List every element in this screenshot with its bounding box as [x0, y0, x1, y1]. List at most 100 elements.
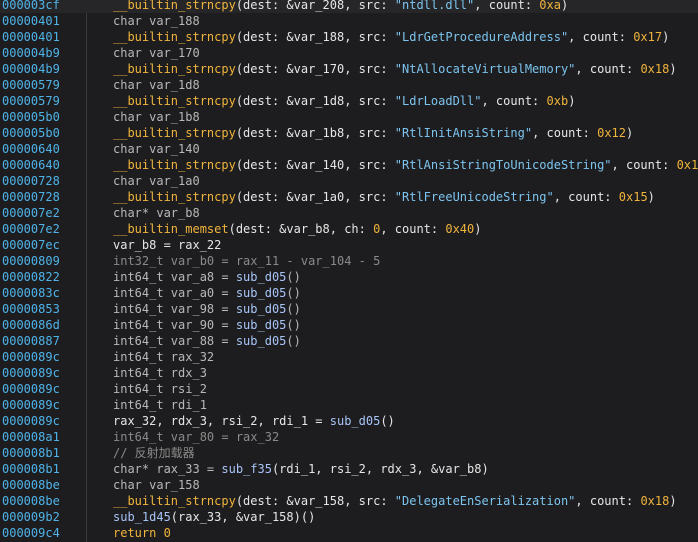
token-call[interactable]: sub_d05: [236, 302, 287, 316]
line-address[interactable]: 000008a1: [2, 429, 60, 445]
token-num: 0x40: [445, 222, 475, 236]
token-fn[interactable]: __builtin_memset: [113, 222, 229, 236]
token-fn[interactable]: __builtin_strncpy: [113, 494, 236, 508]
code-line[interactable]: 000005b0 __builtin_strncpy(dest: &var_1b8…: [0, 125, 698, 141]
line-address[interactable]: 000004b9: [2, 45, 60, 61]
code-line[interactable]: 000003cf __builtin_strncpy(dest: &var_208…: [0, 0, 698, 13]
code-line[interactable]: 000009c4 return 0: [0, 525, 698, 541]
line-address[interactable]: 00000401: [2, 29, 60, 45]
line-address[interactable]: 000008b1: [2, 461, 60, 477]
line-address[interactable]: 000007e2: [2, 221, 60, 237]
code-line[interactable]: 000004b9 __builtin_strncpy(dest: &var_170…: [0, 61, 698, 77]
line-statement: int64_t var_88 = sub_d05(): [113, 333, 301, 349]
line-address[interactable]: 0000089c: [2, 365, 60, 381]
line-address[interactable]: 00000579: [2, 77, 60, 93]
code-line[interactable]: 00000579 char var_1d8: [0, 77, 698, 93]
code-line[interactable]: 00000640 __builtin_strncpy(dest: &var_140…: [0, 157, 698, 173]
code-line[interactable]: 00000728 char var_1a0: [0, 173, 698, 189]
token-fn[interactable]: __builtin_strncpy: [113, 126, 236, 140]
code-line[interactable]: 0000089c int64_t rdi_1: [0, 397, 698, 413]
token-dim: int64_t var_80 = rax_32: [113, 430, 280, 444]
code-line[interactable]: 000004b9 char var_170: [0, 45, 698, 61]
code-line[interactable]: 0000089c int64_t rsi_2: [0, 381, 698, 397]
line-statement: char* var_b8: [113, 205, 200, 221]
line-address[interactable]: 00000640: [2, 157, 60, 173]
line-statement: char var_170: [113, 45, 200, 61]
code-line[interactable]: 000008a1 int64_t var_80 = rax_32: [0, 429, 698, 445]
code-line[interactable]: 00000822 int64_t var_a8 = sub_d05(): [0, 269, 698, 285]
line-address[interactable]: 000009c4: [2, 525, 60, 541]
code-line[interactable]: 0000089c int64_t rdx_3: [0, 365, 698, 381]
code-line[interactable]: 00000401 __builtin_strncpy(dest: &var_188…: [0, 29, 698, 45]
token-str: "LdrGetProcedureAddress": [394, 30, 569, 44]
token-plain: (dest: &var_208, src:: [235, 0, 395, 12]
line-address[interactable]: 00000728: [2, 189, 60, 205]
line-statement: __builtin_memset(dest: &var_b8, ch: 0, c…: [113, 221, 482, 237]
token-call[interactable]: sub_d05: [236, 286, 287, 300]
token-fn[interactable]: __builtin_strncpy: [113, 30, 236, 44]
line-address[interactable]: 000008be: [2, 493, 60, 509]
code-line[interactable]: 000009b2 sub_1d45(rax_33, &var_158)(): [0, 509, 698, 525]
line-address[interactable]: 000008b1: [2, 445, 60, 461]
code-line[interactable]: 000007ec var_b8 = rax_22: [0, 237, 698, 253]
code-line[interactable]: 0000089c int64_t rax_32: [0, 349, 698, 365]
code-line[interactable]: 00000809 int32_t var_b0 = rax_11 - var_10…: [0, 253, 698, 269]
line-address[interactable]: 0000086d: [2, 317, 60, 333]
line-address[interactable]: 00000401: [2, 13, 60, 29]
code-line[interactable]: 00000401 char var_188: [0, 13, 698, 29]
token-fn[interactable]: __builtin_strncpy: [113, 158, 236, 172]
line-address[interactable]: 0000083c: [2, 285, 60, 301]
token-str: "RtlInitAnsiString": [394, 126, 533, 140]
code-line[interactable]: 00000853 int64_t var_98 = sub_d05(): [0, 301, 698, 317]
line-address[interactable]: 00000728: [2, 173, 60, 189]
line-address[interactable]: 0000089c: [2, 381, 60, 397]
code-line[interactable]: 000008b1 // 反射加载器: [0, 445, 698, 461]
code-line[interactable]: 000008be char var_158: [0, 477, 698, 493]
code-line[interactable]: 000008be __builtin_strncpy(dest: &var_158…: [0, 493, 698, 509]
code-line[interactable]: 000005b0 char var_1b8: [0, 109, 698, 125]
token-call[interactable]: sub_d05: [330, 414, 381, 428]
code-line[interactable]: 0000089c rax_32, rdx_3, rsi_2, rdi_1 = su…: [0, 413, 698, 429]
token-type: (): [286, 302, 301, 316]
line-address[interactable]: 0000089c: [2, 397, 60, 413]
token-type: int64_t var_90 =: [113, 318, 236, 332]
code-line[interactable]: 000007e2 __builtin_memset(dest: &var_b8, …: [0, 221, 698, 237]
line-address[interactable]: 00000640: [2, 141, 60, 157]
line-address[interactable]: 00000579: [2, 93, 60, 109]
line-statement: int64_t var_a0 = sub_d05(): [113, 285, 301, 301]
token-call[interactable]: sub_d05: [236, 318, 287, 332]
code-line[interactable]: 000007e2 char* var_b8: [0, 205, 698, 221]
token-plain: , count:: [481, 94, 547, 108]
token-fn[interactable]: __builtin_strncpy: [113, 94, 236, 108]
line-address[interactable]: 0000089c: [2, 349, 60, 365]
line-address[interactable]: 00000853: [2, 301, 60, 317]
token-fn[interactable]: __builtin_strncpy: [113, 62, 236, 76]
line-address[interactable]: 000005b0: [2, 125, 60, 141]
line-address[interactable]: 000003cf: [2, 0, 60, 13]
token-fn[interactable]: __builtin_strncpy: [113, 190, 236, 204]
line-address[interactable]: 000008be: [2, 477, 60, 493]
line-address[interactable]: 000005b0: [2, 109, 60, 125]
code-line[interactable]: 00000728 __builtin_strncpy(dest: &var_1a0…: [0, 189, 698, 205]
line-address[interactable]: 00000822: [2, 269, 60, 285]
token-call[interactable]: sub_f35: [221, 462, 272, 476]
code-line[interactable]: 0000083c int64_t var_a0 = sub_d05(): [0, 285, 698, 301]
token-fn[interactable]: __builtin_strncpy: [113, 0, 236, 12]
token-plain: (rax_33, &var_158)(): [170, 510, 316, 524]
code-line[interactable]: 00000640 char var_140: [0, 141, 698, 157]
code-line[interactable]: 000008b1 char* rax_33 = sub_f35(rdi_1, rs…: [0, 461, 698, 477]
token-call[interactable]: sub_1d45: [113, 510, 171, 524]
line-address[interactable]: 000007ec: [2, 237, 60, 253]
code-line[interactable]: 00000579 __builtin_strncpy(dest: &var_1d8…: [0, 93, 698, 109]
code-line[interactable]: 0000086d int64_t var_90 = sub_d05(): [0, 317, 698, 333]
token-call[interactable]: sub_d05: [236, 270, 287, 284]
token-call[interactable]: sub_d05: [236, 334, 287, 348]
line-address[interactable]: 0000089c: [2, 413, 60, 429]
line-address[interactable]: 00000809: [2, 253, 60, 269]
code-line[interactable]: 00000887 int64_t var_88 = sub_d05(): [0, 333, 698, 349]
line-address[interactable]: 00000887: [2, 333, 60, 349]
line-address[interactable]: 000007e2: [2, 205, 60, 221]
line-statement: int64_t rdi_1: [113, 397, 207, 413]
line-address[interactable]: 000004b9: [2, 61, 60, 77]
line-address[interactable]: 000009b2: [2, 509, 60, 525]
